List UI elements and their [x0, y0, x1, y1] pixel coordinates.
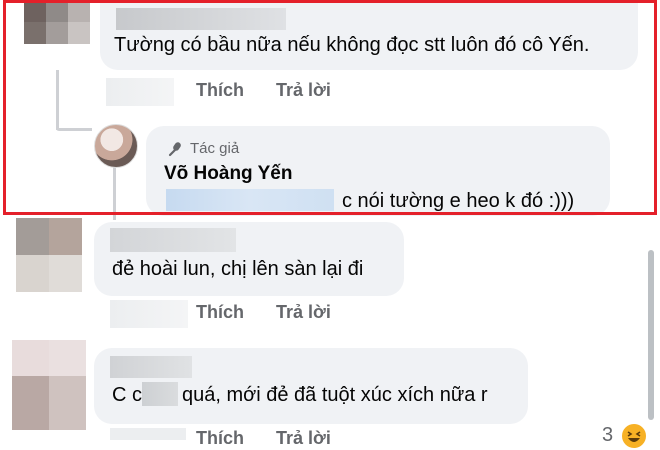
- thread-line: [56, 70, 59, 130]
- blurred-timestamp: [106, 78, 174, 106]
- avatar[interactable]: [94, 124, 138, 168]
- like-button[interactable]: Thích: [196, 302, 244, 323]
- comment-text: đẻ hoài lun, chị lên sàn lại đi: [112, 258, 364, 280]
- like-button[interactable]: Thích: [196, 80, 244, 101]
- comment-text: c nói tường e heo k đó :))): [342, 190, 575, 212]
- blurred-text: [142, 382, 178, 406]
- author-name[interactable]: Võ Hoàng Yến: [164, 163, 292, 185]
- blurred-author-name: [116, 8, 286, 30]
- microphone-icon: [166, 140, 184, 158]
- thread-line-lower: [113, 160, 116, 220]
- author-badge: Tác giả: [190, 140, 240, 157]
- reply-button[interactable]: Trả lời: [276, 428, 331, 449]
- blurred-text: [166, 189, 334, 211]
- blurred-timestamp: [110, 428, 186, 440]
- haha-emoji-icon: [620, 422, 648, 450]
- comment-text: quá, mới đẻ đã tuột xúc xích nữa r: [182, 384, 488, 406]
- blurred-timestamp: [110, 300, 188, 328]
- blurred-author-name: [110, 356, 192, 378]
- avatar[interactable]: [16, 218, 82, 292]
- reply-button[interactable]: Trả lời: [276, 80, 331, 101]
- avatar[interactable]: [24, 0, 90, 44]
- scrollbar-thumb[interactable]: [648, 250, 654, 420]
- thread-connector: [56, 128, 92, 131]
- comment-text-prefix: C c: [112, 384, 142, 406]
- comment-text: Tường có bầu nữa nếu không đọc stt luôn …: [114, 34, 590, 56]
- like-button[interactable]: Thích: [196, 428, 244, 449]
- reaction-count[interactable]: 3: [602, 424, 613, 447]
- reply-button[interactable]: Trả lời: [276, 302, 331, 323]
- avatar[interactable]: [12, 340, 86, 430]
- blurred-author-name: [110, 228, 236, 252]
